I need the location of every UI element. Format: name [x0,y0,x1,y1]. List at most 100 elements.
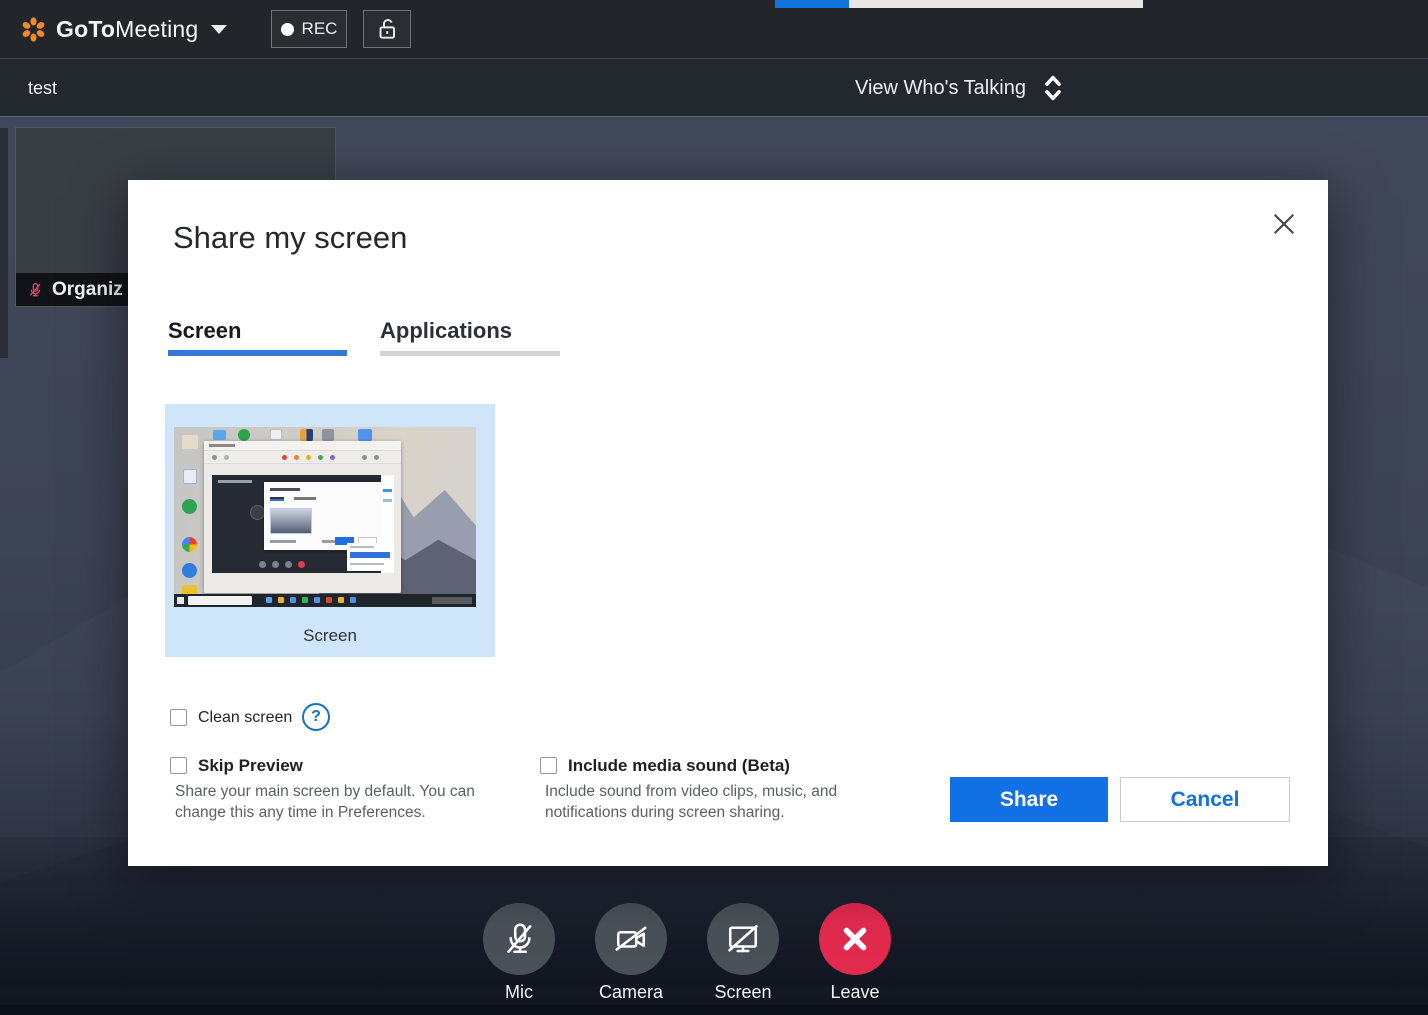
share-screen-dialog: Share my screen Screen Applications [128,180,1328,866]
include-media-checkbox[interactable] [540,757,557,774]
mini-toolbar-dot [224,455,229,460]
close-button[interactable] [1268,208,1300,240]
mini-taskbar-icon [290,597,296,603]
mini-screenshot [270,508,312,534]
mini-taskbar-icon [326,597,332,603]
chevron-updown-icon [1042,73,1064,103]
mini-app-window [204,441,401,593]
mini-toolbar-dot [212,455,217,460]
camera-off-icon [613,921,649,957]
mini-taskbar [174,594,476,607]
mini-desktop-icon [322,429,334,441]
leave-label: Leave [795,982,915,1003]
mini-tab-active [270,497,284,501]
mini-taskbar-icon [278,597,284,603]
top-app-bar: GoToMeeting REC [0,0,1428,58]
skip-preview-description: Share your main screen by default. You c… [175,781,475,823]
mini-desktop-icon [182,537,197,552]
mini-desktop-icon [182,435,198,449]
mini-start-button [177,597,184,604]
mini-desktop-icon [213,430,226,440]
screen-share-option-tile[interactable]: Screen [165,404,495,657]
goto-daisy-icon [20,16,47,43]
help-icon[interactable]: ? [302,703,330,731]
chevron-down-icon [211,25,227,34]
tab-screen-active-underline [168,350,347,356]
mini-panel-item [383,499,392,502]
clean-screen-label: Clean screen [198,709,292,727]
cancel-button[interactable]: Cancel [1120,777,1290,822]
mini-dialog-title [270,488,300,491]
mini-toolbar-dot [330,455,335,460]
view-whos-talking-label: View Who's Talking [855,77,1026,100]
mini-taskbar-icon [302,597,308,603]
meeting-name: test [28,59,57,117]
tab-screen[interactable]: Screen [168,318,241,344]
gotomeeting-menu[interactable]: GoToMeeting [20,0,227,58]
mini-share-dialog [264,482,382,550]
camera-button[interactable] [595,903,667,975]
tab-applications[interactable]: Applications [380,318,512,344]
mini-avatar [250,505,265,520]
skip-preview-checkbox[interactable] [170,757,187,774]
mini-screen-button [285,561,292,568]
screen-share-button[interactable] [707,903,779,975]
background-tab-indicator [775,0,849,8]
camera-label: Camera [571,982,691,1003]
mini-desktop-icon [182,563,197,578]
share-button[interactable]: Share [950,777,1108,822]
mini-taskbar-icon [266,597,272,603]
record-label: REC [302,19,338,39]
close-icon [1271,211,1297,237]
mini-text-line [270,540,296,543]
include-media-description: Include sound from video clips, music, a… [545,781,855,823]
mini-search-box [188,596,252,605]
view-whos-talking-selector[interactable]: View Who's Talking [855,59,1064,117]
dialog-title: Share my screen [173,220,407,256]
mini-mic-button [259,561,266,568]
mini-toolbar-dot [294,455,299,460]
mini-taskbar-icon [338,597,344,603]
mini-desktop-icon [182,499,197,514]
mini-desktop-icon [300,429,313,441]
brand-wordmark: GoToMeeting [56,16,198,43]
mini-camera-button [272,561,279,568]
mini-meeting-title [218,480,252,483]
mic-muted-icon [27,282,43,298]
background-window-strip [775,0,1143,8]
mini-toolbar-dot [306,455,311,460]
mini-title-text [209,444,235,447]
mic-muted-icon [501,921,537,957]
mini-desktop-icon [270,429,282,440]
mini-desktop-icon [183,469,197,484]
record-button[interactable]: REC [271,10,347,48]
mini-desktop-icon [238,429,250,441]
mini-panel-item [383,489,392,492]
record-dot-icon [281,23,294,36]
clean-screen-checkbox[interactable] [170,709,187,726]
screen-tile-caption: Screen [165,626,495,646]
gotomeeting-window: GoToMeeting REC test View Who's Talking [0,0,1428,1015]
mini-taskbar-icon [314,597,320,603]
mini-meeting-window [212,475,394,573]
mini-chat-line [350,563,384,565]
mini-window-titlebar [204,441,401,451]
mini-chat-panel [347,543,393,571]
mini-tab-inactive [294,497,316,500]
bottom-edge-strip [0,1005,1428,1015]
tab-applications-underline [380,351,560,356]
mic-button[interactable] [483,903,555,975]
skip-preview-label: Skip Preview [198,756,303,776]
lock-meeting-button[interactable] [363,10,411,48]
mini-toolbar-dot [362,455,367,460]
mini-taskbar-icon [350,597,356,603]
left-edge-shadow [0,128,8,358]
mini-window-toolbar [204,451,401,464]
brand-goto: GoTo [56,16,115,42]
screen-share-label: Screen [683,982,803,1003]
leave-button[interactable] [819,903,891,975]
unlock-icon [374,16,400,42]
mini-desktop-icon [358,429,372,441]
leave-x-icon [838,922,872,956]
brand-meeting: Meeting [115,16,198,42]
